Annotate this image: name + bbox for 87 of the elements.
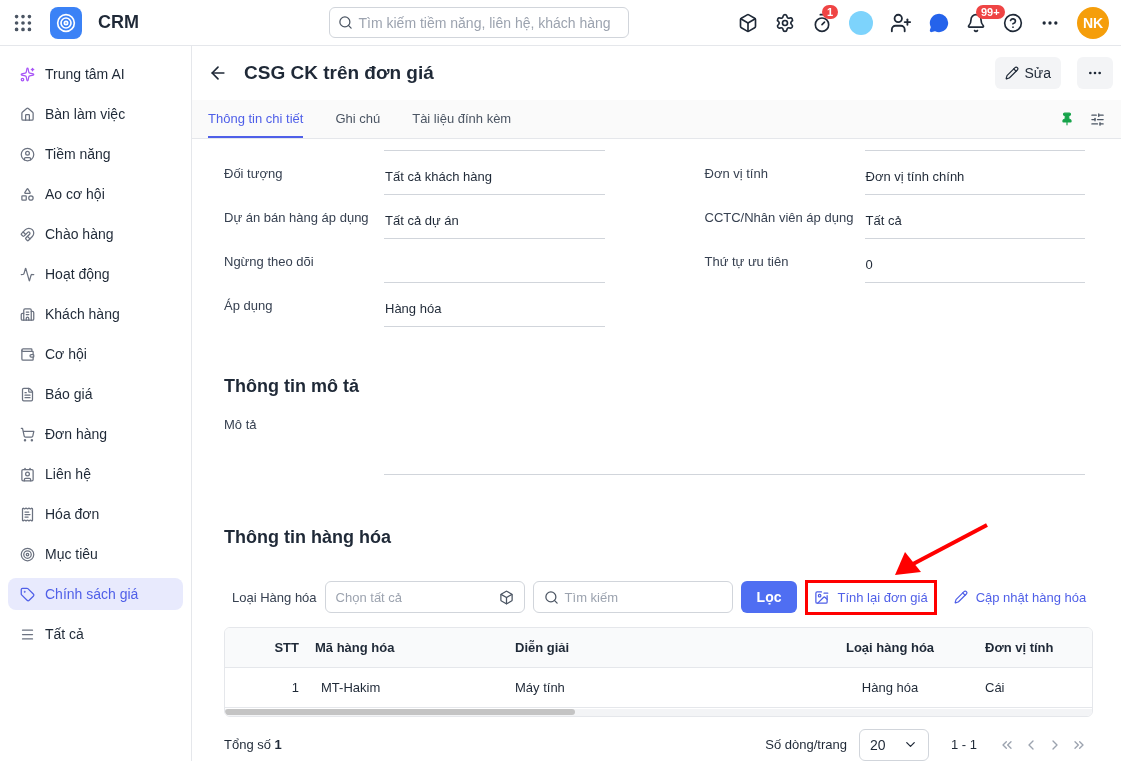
section-title: Thông tin mô tả	[224, 376, 360, 398]
settings-icon[interactable]	[775, 12, 795, 33]
column-header: Mã hàng hóa	[314, 639, 396, 655]
search-icon	[543, 589, 559, 605]
page-size-select[interactable]: 20	[859, 729, 929, 761]
menu-icon	[20, 626, 35, 642]
sidebar-item[interactable]: Bàn làm việc	[8, 98, 183, 130]
sidebar-item[interactable]: Báo giá	[8, 378, 183, 410]
column-header: STT	[273, 639, 300, 655]
count-badge: 99+	[976, 4, 1005, 19]
add-user-icon[interactable]	[890, 11, 912, 34]
search-icon	[337, 15, 353, 30]
wallet-icon	[20, 346, 35, 362]
help-icon[interactable]	[1003, 12, 1023, 33]
box-icon	[498, 589, 514, 605]
table-cell-text: Hàng hóa	[860, 679, 920, 695]
sidebar-item[interactable]: Cơ hội	[8, 338, 183, 370]
sidebar-item[interactable]: Đơn hàng	[8, 418, 183, 450]
edit-button[interactable]: Sửa	[994, 57, 1061, 89]
tab[interactable]: Ghi chú	[335, 100, 381, 138]
action-link[interactable]: Cập nhật hàng hóa	[944, 579, 1096, 615]
column-header: Loại hàng hóa	[844, 639, 936, 655]
table-cell-text: 1	[290, 679, 300, 695]
chat-icon[interactable]	[929, 12, 949, 33]
section-title: Thông tin hàng hóa	[224, 526, 392, 548]
cart-icon	[20, 426, 35, 442]
field-value: Hàng hóa	[384, 291, 605, 327]
field-label: Đối tượng	[224, 166, 284, 183]
person-circle-icon	[20, 146, 35, 162]
page-title: CSG CK trên đơn giá	[244, 62, 435, 84]
pencil-icon	[1004, 66, 1019, 80]
field-label: CCTC/Nhân viên áp dụng	[704, 210, 855, 227]
box-icon[interactable]	[738, 12, 758, 33]
sidebar-item[interactable]: Ao cơ hội	[8, 178, 183, 210]
magnet-icon	[20, 226, 35, 242]
table-cell-text: Cái	[984, 679, 1006, 695]
sidebar-item[interactable]: Tất cả	[8, 618, 183, 650]
table-cell-text: MT-Hakim	[320, 679, 382, 695]
sidebar-item[interactable]: Mục tiêu	[8, 538, 183, 570]
action-link[interactable]: Tính lại đơn giá	[805, 579, 937, 615]
tab[interactable]: Thông tin chi tiết	[208, 100, 304, 138]
sidebar-item[interactable]: Khách hàng	[8, 298, 183, 330]
field-label: Mô tả	[224, 417, 258, 433]
house-icon	[20, 106, 35, 122]
count-badge: 1	[822, 4, 839, 19]
field-value: Tất cả khách hàng	[384, 159, 605, 195]
shapes-icon	[20, 186, 35, 202]
field-label: Dự án bán hàng áp dụng	[224, 210, 370, 227]
sidebar-item[interactable]: Hóa đơn	[8, 498, 183, 530]
total-count: Tổng số 1	[224, 737, 282, 753]
pin-icon[interactable]	[1060, 112, 1074, 126]
logo-icon	[50, 6, 82, 39]
document-icon	[20, 386, 35, 402]
field-value: Tất cả	[864, 203, 1085, 239]
sidebar-item[interactable]: Tiềm năng	[8, 138, 183, 170]
field-label: Áp dụng	[224, 298, 274, 315]
scrollbar-thumb[interactable]	[225, 708, 575, 715]
page-size-label: Số dòng/trang	[765, 737, 847, 753]
page-range: 1 - 1	[951, 737, 977, 753]
settings-icon[interactable]	[1090, 111, 1105, 127]
target-icon	[20, 546, 35, 562]
table-cell-text: Máy tính	[514, 679, 566, 695]
sidebar-item[interactable]: Liên hệ	[8, 458, 183, 490]
filter-label: Loại Hàng hóa	[232, 589, 317, 605]
tab[interactable]: Tài liệu đính kèm	[412, 100, 512, 138]
filter-button[interactable]: Lọc	[740, 581, 798, 614]
sidebar-item[interactable]: Chính sách giá	[8, 578, 183, 610]
field-label: Đơn vị tính	[704, 166, 769, 183]
pulse-icon	[20, 266, 35, 282]
contact-card-icon	[20, 466, 35, 482]
building-icon	[20, 306, 35, 322]
column-header: Đơn vị tính	[984, 639, 1055, 655]
field-value: 0	[864, 247, 1085, 283]
app-name: CRM	[98, 12, 139, 33]
sparkles-icon	[20, 66, 35, 82]
tag-icon	[20, 586, 35, 602]
receipt-icon	[20, 506, 35, 522]
sidebar-item[interactable]: Chào hàng	[8, 218, 183, 250]
field-value: Tất cả dự án	[384, 203, 605, 239]
field-label: Ngừng theo dõi	[224, 254, 315, 271]
sidebar-item[interactable]: Trung tâm AI	[8, 58, 183, 90]
sidebar-item[interactable]: Hoạt động	[8, 258, 183, 290]
image-icon	[814, 589, 830, 605]
field-label: Thứ tự ưu tiên	[704, 254, 790, 271]
field-value: Đơn vị tính chính	[864, 159, 1085, 195]
pencil-icon	[953, 590, 968, 605]
column-header: Diễn giải	[514, 639, 571, 655]
